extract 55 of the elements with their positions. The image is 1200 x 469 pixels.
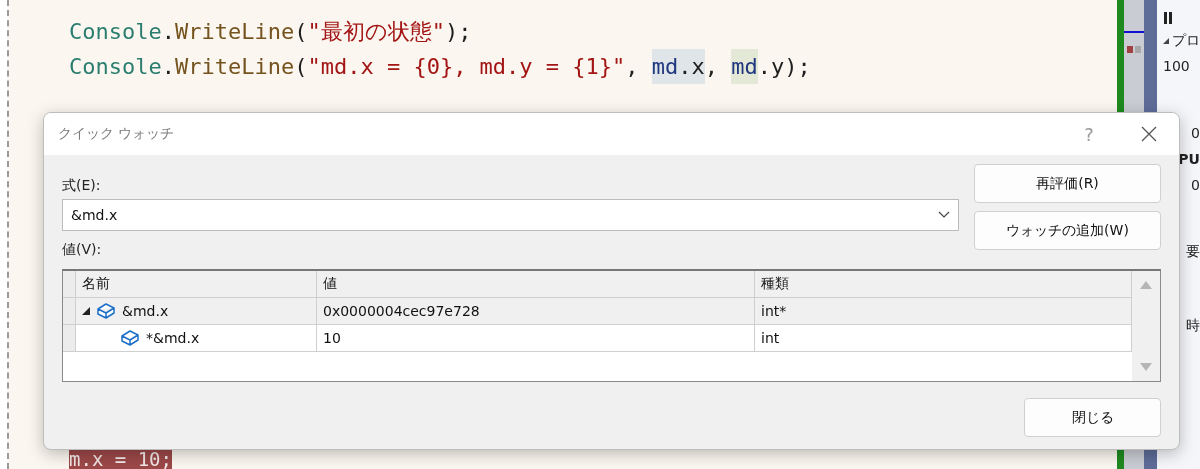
scroll-down-icon[interactable] [1140,363,1152,371]
code-token: md [651,49,679,84]
code-token: "最初の状態" [307,18,445,46]
panel-text: プロ [1172,32,1200,50]
panel-text: 0 [1191,176,1200,195]
highlighted-code: m.x = 10; [69,449,172,469]
close-dialog-button[interactable]: 閉じる [1024,398,1161,437]
caret-marker [1124,31,1144,33]
code-token: Console [69,18,162,46]
column-header[interactable]: 名前 [76,271,317,297]
column-header[interactable]: 値 [317,271,755,297]
dialog-title: クイック ウォッチ [58,125,176,143]
value-cell: 0x0000004cec97e728 [317,298,755,324]
code-token: md [731,49,758,84]
scroll-up-icon[interactable] [1140,281,1152,289]
panel-text: 要 [1186,242,1200,261]
value-cell: 10 [317,325,755,351]
cube-icon [96,302,116,320]
expression-label: 式(E): [62,176,102,195]
panel-text: 時 [1186,316,1200,335]
panel-text: PU [1178,150,1200,169]
code-token: ( [294,18,308,46]
code-token: . [161,18,175,46]
code-token: "md.x = {0}, md.y = {1}" [307,53,626,81]
code-token: .y); [757,53,811,81]
chevron-down-icon [938,211,950,219]
cube-icon [120,329,140,347]
breakpoint-marker [1127,46,1133,53]
code-token: WriteLine [174,18,295,46]
vertical-scrollbar[interactable] [1132,271,1160,381]
pause-icon[interactable] [1163,12,1173,24]
code-token: WriteLine [174,53,295,81]
panel-text: 100 [1163,58,1190,74]
watch-row[interactable]: *&md.x 10 int [63,325,1132,352]
watch-row[interactable]: &md.x 0x0000004cec97e728 int* [63,298,1132,325]
name-cell: &md.x [122,303,169,319]
dialog-button[interactable]: ウォッチの追加(W) [974,211,1161,250]
code-token: .x [678,49,705,84]
code-token: . [161,53,175,81]
expand-icon[interactable] [1163,37,1169,45]
row-header [63,325,76,351]
scroll-marker [1135,46,1141,53]
expanded-icon[interactable] [82,307,90,315]
code-token: , [625,53,640,81]
column-header[interactable]: 種類 [755,271,1132,297]
panel-text: 0 [1191,124,1200,143]
expression-field[interactable]: &md.x [62,199,959,231]
name-cell: *&md.x [146,330,200,346]
dialog-button[interactable]: 再評価(R) [974,164,1161,203]
code-token: Console [69,53,162,81]
code-token: ); [444,18,472,46]
code-token: , [704,53,720,81]
code-token: ( [294,53,308,81]
close-icon [1141,126,1157,142]
value-label: 値(V): [62,240,103,259]
